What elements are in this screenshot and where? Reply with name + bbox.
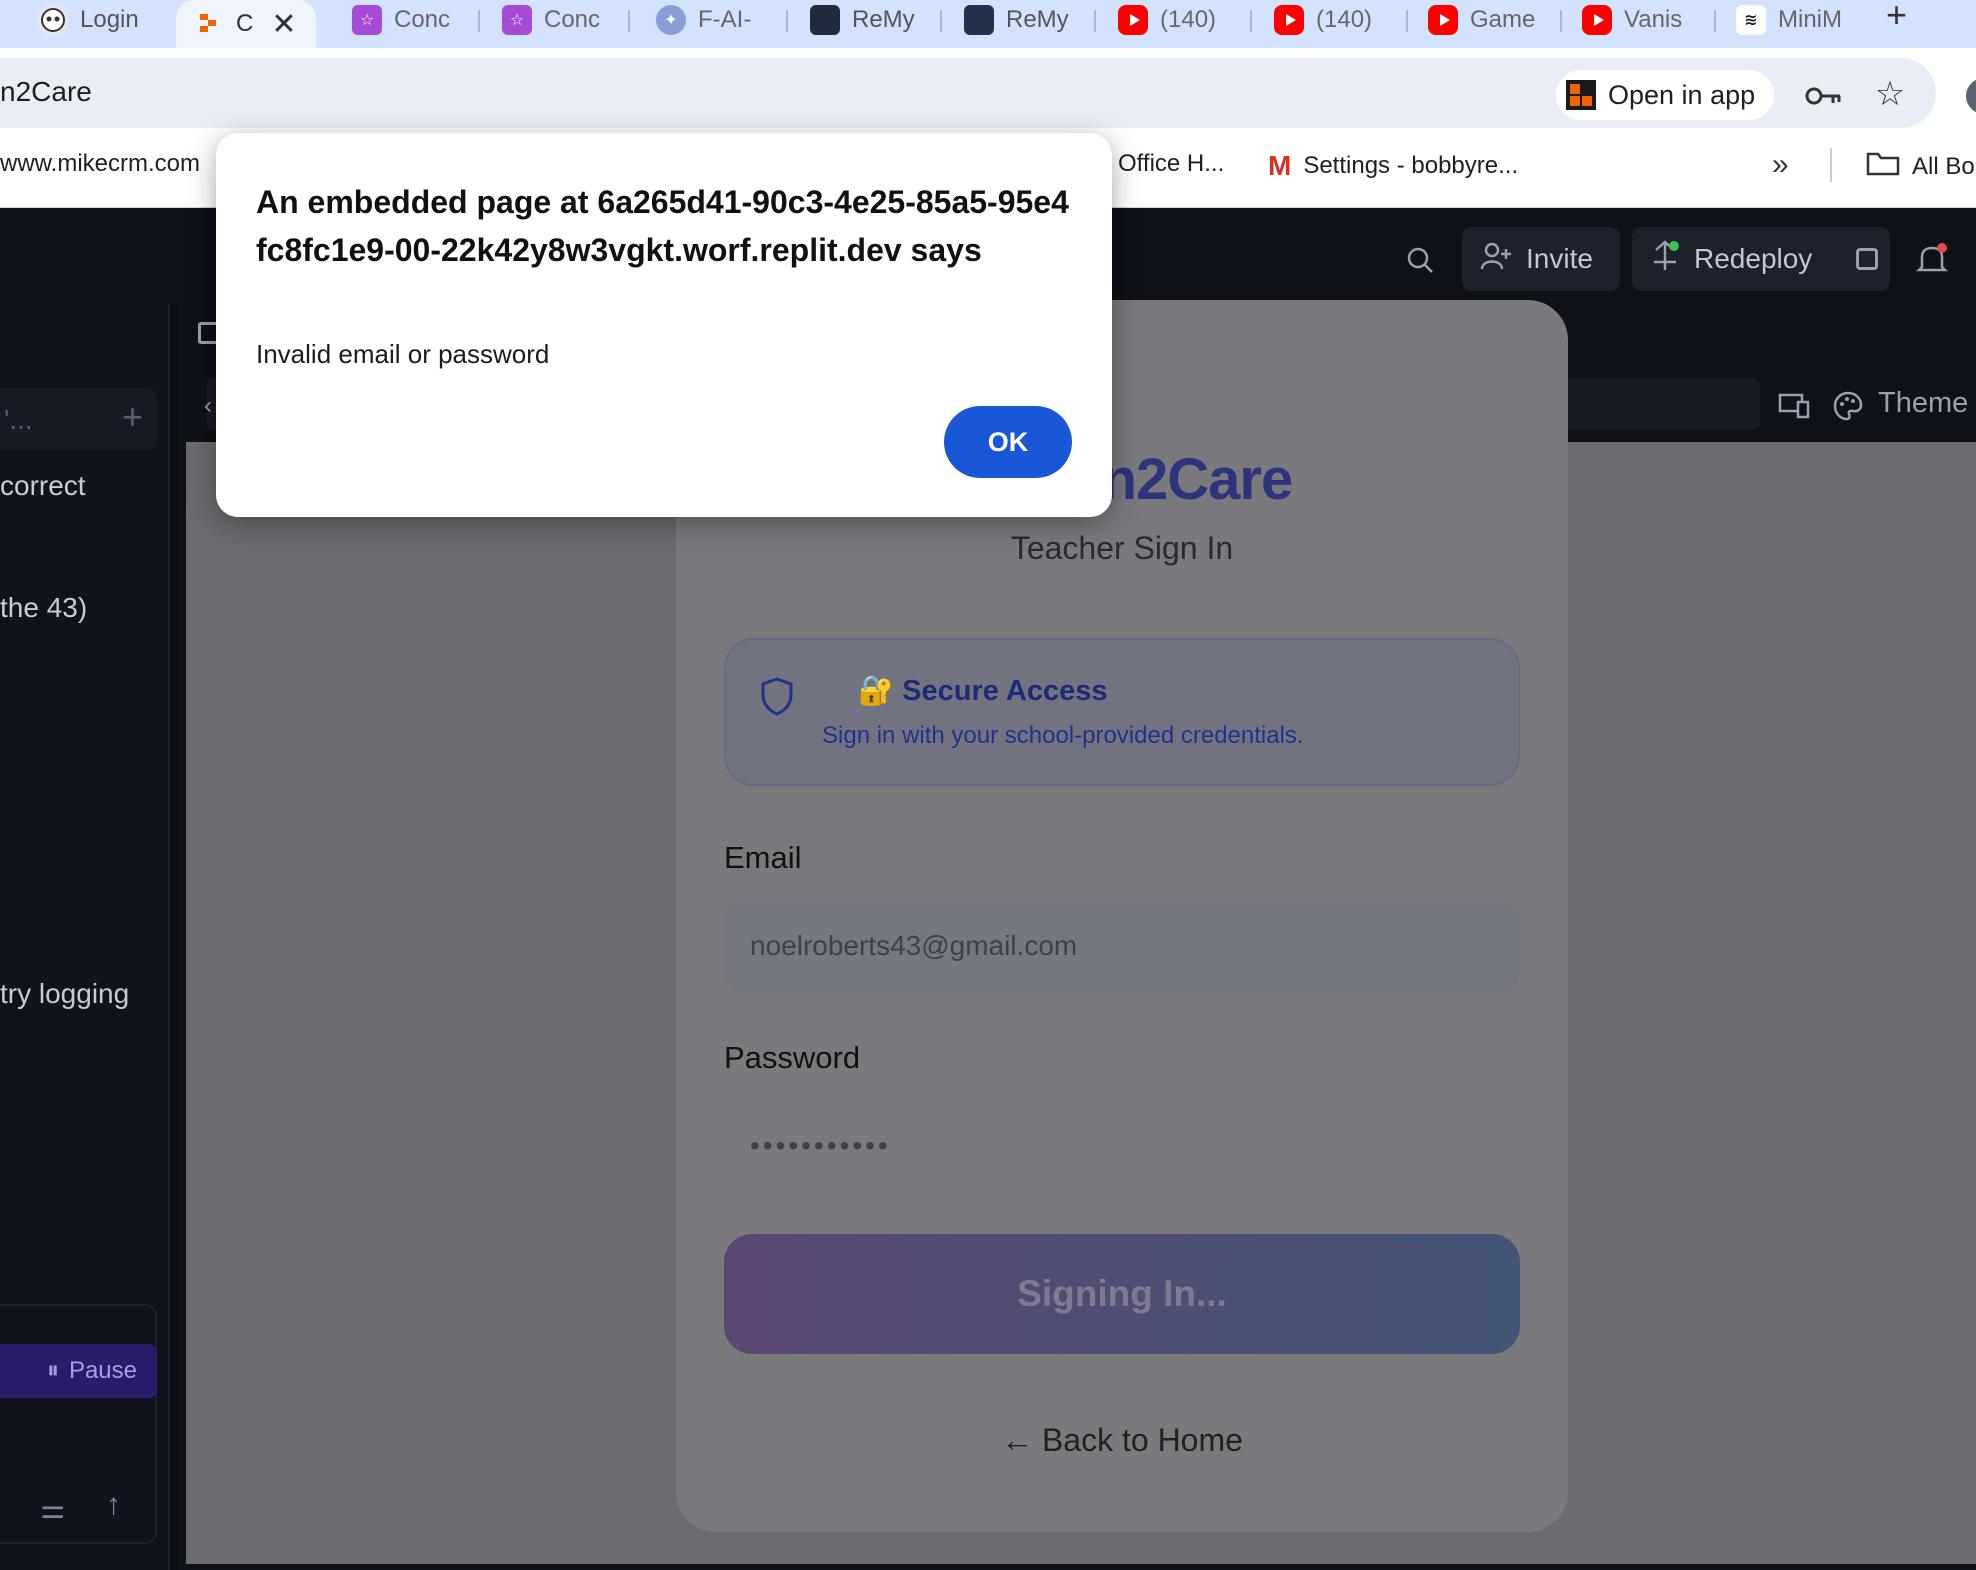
replit-icon [194, 9, 224, 39]
theme-button[interactable]: Theme [1878, 387, 1968, 420]
youtube-icon [1428, 5, 1458, 35]
tab-label: (140) [1160, 6, 1217, 33]
tab-replit-active[interactable]: C ✕ [176, 0, 316, 48]
tab-label: C [236, 10, 254, 37]
back-arrow-icon[interactable]: ‹ [204, 392, 212, 420]
secure-access-text: Sign in with your school-provided creden… [822, 722, 1304, 749]
tab-remy-1[interactable]: ReMy [792, 0, 942, 40]
bookmark-label: www.mikecrm.com [0, 150, 201, 177]
add-user-icon [1480, 241, 1512, 278]
add-icon[interactable]: + [122, 396, 143, 438]
bookmark-mikecrm[interactable]: www.mikecrm.com [0, 150, 200, 178]
bookmark-label: Office H... [1118, 150, 1225, 177]
bookmark-star-icon[interactable]: ☆ [1870, 74, 1910, 114]
agent-input[interactable]: '... + [0, 388, 157, 450]
tab-label: ReMy [1006, 6, 1069, 33]
compass-icon: ✦ [656, 5, 686, 35]
tab-conc-1[interactable]: ☆ Conc [334, 0, 480, 40]
youtube-icon [1274, 5, 1304, 35]
bell-icon[interactable] [1914, 242, 1950, 278]
email-field[interactable]: noelroberts43@gmail.com [724, 900, 1520, 992]
page-subtitle: Teacher Sign In [1010, 530, 1234, 566]
window-icon [1856, 248, 1878, 270]
redeploy-label: Redeploy [1694, 243, 1813, 274]
password-field[interactable]: ••••••••••• [724, 1100, 1520, 1192]
youtube-icon [1118, 5, 1148, 35]
pause-icon: ⏸ [46, 1357, 59, 1384]
bookmark-label: All Bo [1912, 152, 1975, 180]
waveform-icon: ≋ [1736, 5, 1766, 35]
tab-login[interactable]: Login [20, 0, 170, 40]
tab-minim[interactable]: ≋ MiniM [1718, 0, 1868, 40]
star-app-icon: ☆ [352, 5, 382, 35]
tab-conc-2[interactable]: ☆ Conc [484, 0, 630, 40]
back-to-home-link[interactable]: ← Back to Home [676, 1422, 1568, 1459]
secure-access-notice [724, 638, 1520, 786]
tab-label: MiniM [1778, 6, 1842, 33]
folder-icon [1866, 150, 1900, 183]
bookmark-office-hours[interactable]: Office H... [1118, 150, 1224, 178]
chat-line: try logging [0, 978, 130, 1009]
tab-remy-2[interactable]: ReMy [946, 0, 1096, 40]
robot-icon [38, 5, 68, 35]
bookmark-gmail-settings[interactable]: M Settings - bobbyre... [1268, 150, 1518, 182]
palette-icon [1830, 388, 1866, 424]
star-app-icon: ☆ [502, 5, 532, 35]
shield-icon [760, 676, 794, 721]
sliders-icon[interactable]: ⚌ [40, 1492, 65, 1525]
ellipsis-icon: '... [4, 404, 33, 435]
sign-in-button[interactable]: Signing In... [724, 1234, 1520, 1354]
password-label: Password [724, 1040, 861, 1075]
tab-f-ai[interactable]: ✦ F-AI- [638, 0, 788, 40]
replit-logo-icon [1566, 80, 1596, 110]
tab-label: (140) [1316, 6, 1373, 33]
gmail-icon: M [1268, 150, 1292, 181]
pause-label: Pause [68, 1357, 137, 1384]
secure-access-title: 🔐 Secure Access [858, 675, 1108, 707]
invite-label: Invite [1526, 243, 1593, 274]
chat-line: the 43) [0, 592, 88, 623]
open-in-app-label: Open in app [1608, 79, 1756, 110]
agent-controls [0, 1304, 157, 1544]
tab-label: Login [80, 6, 139, 33]
tab-label: Conc [394, 6, 451, 33]
new-tab-button[interactable]: + [1886, 0, 1907, 36]
window-toggle-button[interactable] [1844, 227, 1890, 291]
dialog-message: Invalid email or password [256, 339, 550, 369]
password-key-icon[interactable] [1804, 76, 1844, 116]
tab-label: ReMy [852, 6, 915, 33]
arrow-up-icon[interactable]: ↑ [106, 1488, 121, 1522]
invite-button[interactable]: Invite [1462, 227, 1620, 291]
tab-youtube-1[interactable]: (140) [1100, 0, 1252, 40]
bookmark-label: Settings - bobbyre... [1303, 152, 1519, 179]
tab-label: F-AI- [698, 6, 752, 33]
email-label: Email [724, 840, 802, 875]
pause-button[interactable]: ⏸ Pause [0, 1344, 157, 1398]
tab-youtube-game[interactable]: Game [1410, 0, 1562, 40]
close-tab-icon[interactable]: ✕ [271, 7, 296, 42]
youtube-icon [1582, 5, 1612, 35]
open-in-app-button[interactable]: Open in app [1556, 70, 1774, 120]
ok-button[interactable]: OK [944, 406, 1072, 478]
tab-label: Conc [544, 6, 601, 33]
tab-strip: Login C ✕ ☆ Conc ☆ Conc ✦ F-AI- ReMy ReM… [0, 0, 1976, 48]
tab-youtube-2[interactable]: (140) [1256, 0, 1408, 40]
dialog-title: An embedded page at 6a265d41-90c3-4e25-8… [256, 184, 1069, 268]
tab-label: Game [1470, 6, 1536, 33]
search-icon[interactable] [1402, 242, 1438, 278]
tab-label: Vanis [1624, 6, 1683, 33]
remy-spark-icon [964, 5, 994, 35]
bookmark-all-bookmarks[interactable]: All Bo [1866, 150, 1975, 183]
chat-line: correct [0, 470, 86, 501]
remy-icon [810, 5, 840, 35]
address-text[interactable]: n2Care [0, 76, 92, 108]
deploy-icon [1650, 239, 1680, 279]
tab-youtube-vanis[interactable]: Vanis [1564, 0, 1716, 40]
bookmarks-divider [1830, 148, 1832, 182]
devices-icon[interactable] [1776, 390, 1812, 422]
more-bookmarks-icon[interactable]: » [1772, 148, 1789, 182]
